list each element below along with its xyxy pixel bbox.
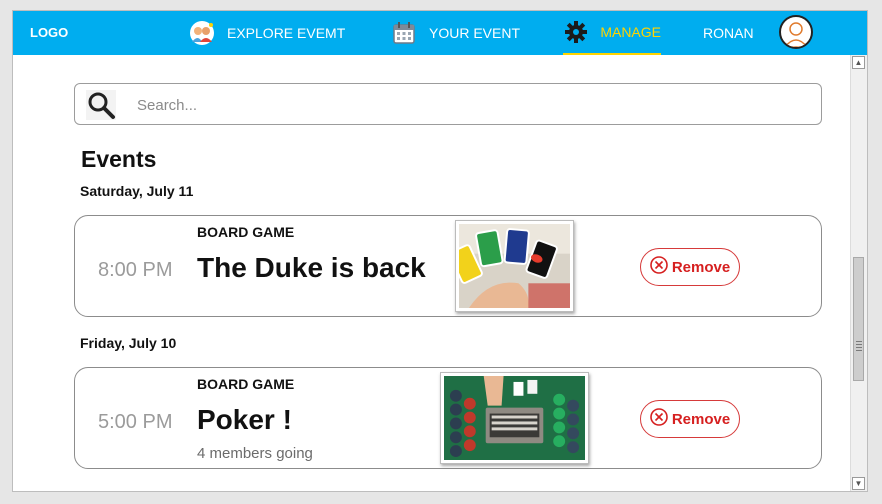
nav-your-event[interactable]: YOUR EVENT — [391, 11, 520, 55]
event-title[interactable]: Poker ! — [197, 404, 292, 436]
event-category: BOARD GAME — [197, 376, 295, 392]
app-window: LOGO EXPLORE EVEMT YOUR EVENT MANAGE RON… — [12, 10, 868, 492]
event-time: 5:00 PM — [98, 411, 173, 433]
nav-explore-label: EXPLORE EVEMT — [227, 25, 346, 41]
event-card[interactable]: 8:00 PM BOARD GAME The Duke is back Remo… — [74, 215, 822, 317]
people-icon — [189, 20, 215, 46]
search-icon — [86, 90, 116, 120]
event-card[interactable]: 5:00 PM BOARD GAME Poker ! 4 members goi… — [74, 367, 822, 469]
nav-user[interactable]: RONAN — [703, 11, 754, 55]
nav-manage[interactable]: MANAGE — [563, 11, 661, 55]
remove-button[interactable]: Remove — [640, 248, 740, 286]
members-going: 4 members going — [197, 445, 313, 462]
date-header: Friday, July 10 — [80, 335, 177, 351]
scroll-thumb[interactable] — [853, 257, 864, 381]
uno-cards-image — [459, 224, 570, 308]
event-category: BOARD GAME — [197, 224, 295, 240]
search-bar[interactable] — [74, 83, 822, 125]
event-time: 8:00 PM — [98, 259, 173, 281]
vertical-scrollbar[interactable]: ▲ ▼ — [850, 55, 867, 491]
nav-manage-label: MANAGE — [600, 24, 661, 40]
nav-your-event-label: YOUR EVENT — [429, 25, 521, 41]
page-title: Events — [81, 146, 157, 172]
search-input[interactable] — [135, 93, 799, 117]
user-name: RONAN — [703, 25, 754, 41]
event-image — [440, 372, 589, 464]
date-header: Saturday, July 11 — [80, 183, 194, 199]
avatar[interactable] — [779, 15, 813, 49]
scroll-down-button[interactable]: ▼ — [852, 477, 865, 490]
close-icon — [650, 256, 668, 278]
top-navbar: LOGO EXPLORE EVEMT YOUR EVENT MANAGE RON… — [13, 11, 867, 55]
logo[interactable]: LOGO — [30, 25, 68, 40]
remove-button[interactable]: Remove — [640, 400, 740, 438]
close-icon — [650, 408, 668, 430]
nav-explore-event[interactable]: EXPLORE EVEMT — [189, 11, 345, 55]
gear-icon — [563, 19, 588, 45]
scroll-up-button[interactable]: ▲ — [852, 56, 865, 69]
remove-label: Remove — [671, 410, 731, 428]
user-icon — [784, 22, 808, 47]
event-title[interactable]: The Duke is back — [197, 252, 426, 284]
poker-table-image — [444, 376, 585, 460]
calendar-icon — [391, 20, 417, 46]
remove-label: Remove — [671, 258, 731, 276]
event-image — [455, 220, 574, 312]
